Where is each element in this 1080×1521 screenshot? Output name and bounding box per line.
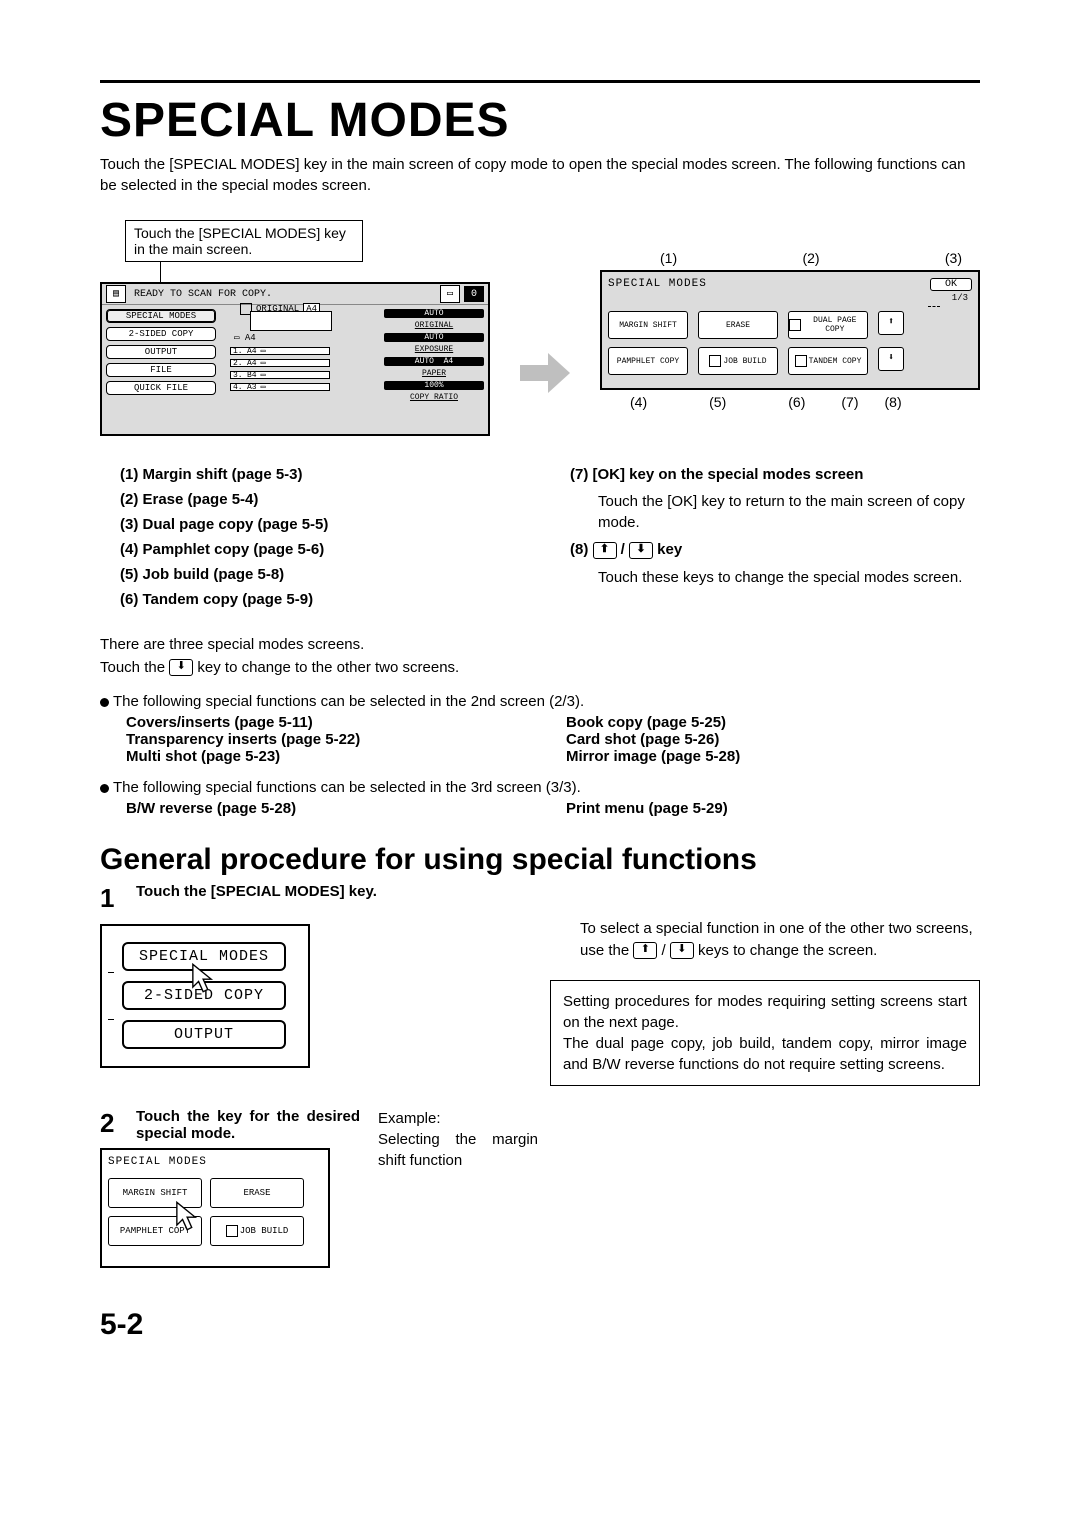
special-modes-diagram: (1) (2) (3) SPECIAL MODES OK 1/3 MARGIN … <box>600 250 980 410</box>
paper-sublabel: PAPER <box>384 369 484 378</box>
screen3-block: The following special functions can be s… <box>100 779 980 817</box>
original-sublabel: ORIGINAL <box>384 321 484 330</box>
callout-stem <box>160 262 161 282</box>
output-button-2[interactable]: OUTPUT <box>122 1020 286 1049</box>
step2-title: SPECIAL MODES <box>108 1156 322 1168</box>
quick-file-button[interactable]: QUICK FILE <box>106 381 216 395</box>
three-screens-text: There are three special modes screens. T… <box>100 634 980 679</box>
main-screen-diagram: Touch the [SPECIAL MODES] key in the mai… <box>100 220 490 436</box>
step-2-text: Touch the key for the desired special mo… <box>136 1108 360 1142</box>
erase-button[interactable]: ERASE <box>698 311 778 339</box>
step1-panel: SPECIAL MODES 2-SIDED COPY OUTPUT <box>100 924 310 1068</box>
two-sided-copy-button[interactable]: 2-SIDED COPY <box>106 327 216 341</box>
down-key-icon-2: ⬇ <box>169 659 193 676</box>
pamphlet-copy-button[interactable]: PAMPHLET COPY <box>608 347 688 375</box>
toc-4: (4) Pamphlet copy (page 5-6) <box>120 541 530 558</box>
job-build-button[interactable]: JOB BUILD <box>698 347 778 375</box>
label-7: (7) <box>841 394 858 410</box>
auto-original-pill[interactable]: AUTO <box>384 309 484 318</box>
intro-text: Touch the [SPECIAL MODES] key in the mai… <box>100 154 980 196</box>
note-box: Setting procedures for modes requiring s… <box>550 980 980 1086</box>
toc-2: (2) Erase (page 5-4) <box>120 491 530 508</box>
bullet-icon <box>100 784 109 793</box>
scan-message: READY TO SCAN FOR COPY. <box>130 289 436 300</box>
step2-panel: SPECIAL MODES MARGIN SHIFT ERASE PAMPHLE… <box>100 1148 330 1268</box>
toc-8-head: (8) ⬆ / ⬇ key <box>570 541 980 559</box>
procedure-heading: General procedure for using special func… <box>100 843 980 877</box>
sp-title: SPECIAL MODES <box>608 278 707 290</box>
step-2-number: 2 <box>100 1108 124 1142</box>
copy-mode-icon: ▤ <box>106 285 126 303</box>
down-key-icon: ⬇ <box>629 542 653 559</box>
toc-7-head: (7) [OK] key on the special modes screen <box>570 466 980 483</box>
up-key-icon: ⬆ <box>593 542 617 559</box>
special-modes-button[interactable]: SPECIAL MODES <box>106 309 216 323</box>
label-1: (1) <box>660 250 677 266</box>
toc-3: (3) Dual page copy (page 5-5) <box>120 516 530 533</box>
erase-button-2[interactable]: ERASE <box>210 1178 304 1208</box>
auto-exposure-pill[interactable]: AUTO <box>384 333 484 342</box>
margin-shift-button-2[interactable]: MARGIN SHIFT <box>108 1178 202 1208</box>
top-rule <box>100 80 980 83</box>
output-button[interactable]: OUTPUT <box>106 345 216 359</box>
label-4: (4) <box>630 394 647 410</box>
up-key-icon-2: ⬆ <box>633 942 657 959</box>
page-number: 5-2 <box>100 1308 980 1342</box>
ok-button[interactable]: OK <box>930 278 972 291</box>
auto-paper-pill[interactable]: AUTO A4 <box>384 357 484 366</box>
page-title: SPECIAL MODES <box>100 93 980 148</box>
step2-example: Example: Selecting the margin shift func… <box>378 1108 538 1171</box>
label-5: (5) <box>709 394 726 410</box>
label-3: (3) <box>945 250 962 266</box>
step-1-text: Touch the [SPECIAL MODES] key. <box>136 883 980 914</box>
bullet-icon <box>100 698 109 707</box>
tandem-icon <box>795 355 807 367</box>
dual-page-icon <box>789 319 801 331</box>
copy-count: 0 <box>464 286 484 302</box>
feature-list: (1) Margin shift (page 5-3) (2) Erase (p… <box>120 466 980 616</box>
scroll-down-button[interactable]: ⬇ <box>878 347 904 371</box>
pamphlet-copy-button-2[interactable]: PAMPHLET COPY <box>108 1216 202 1246</box>
toc-1: (1) Margin shift (page 5-3) <box>120 466 530 483</box>
tray-graphic: ▭ A4 1.A4▭ 2.A4▭ 3.B4▭ 4.A3▭ <box>230 311 350 391</box>
down-key-icon-3: ⬇ <box>670 942 694 959</box>
arrow-icon <box>520 353 570 393</box>
label-2: (2) <box>802 250 819 266</box>
toc-5: (5) Job build (page 5-8) <box>120 566 530 583</box>
job-build-icon-2 <box>226 1225 238 1237</box>
dual-page-button[interactable]: DUAL PAGE COPY <box>788 311 868 339</box>
tandem-copy-button[interactable]: TANDEM COPY <box>788 347 868 375</box>
scroll-up-button[interactable]: ⬆ <box>878 311 904 335</box>
toc-7-desc: Touch the [OK] key to return to the main… <box>598 491 980 533</box>
dashed-connector <box>928 306 940 307</box>
step-1-number: 1 <box>100 883 124 914</box>
special-modes-panel: SPECIAL MODES OK 1/3 MARGIN SHIFT ERASE … <box>600 270 980 390</box>
exposure-sublabel: EXPOSURE <box>384 345 484 354</box>
step1-right-text: To select a special function in one of t… <box>580 918 980 962</box>
margin-shift-button[interactable]: MARGIN SHIFT <box>608 311 688 339</box>
toc-8-desc: Touch these keys to change the special m… <box>598 567 980 588</box>
sp-page-indicator: 1/3 <box>930 293 968 303</box>
two-sided-copy-button-2[interactable]: 2-SIDED COPY <box>122 981 286 1010</box>
screen2-block: The following special functions can be s… <box>100 693 980 765</box>
ratio-pill[interactable]: 100% <box>384 381 484 390</box>
job-build-icon <box>709 355 721 367</box>
file-button[interactable]: FILE <box>106 363 216 377</box>
tray-size-label: A4 <box>245 333 256 343</box>
label-6: (6) <box>788 394 805 410</box>
lcd-screen: ▤ READY TO SCAN FOR COPY. ▭ 0 SPECIAL MO… <box>100 282 490 436</box>
label-8: (8) <box>885 394 902 410</box>
special-modes-button-2[interactable]: SPECIAL MODES <box>122 942 286 971</box>
callout: Touch the [SPECIAL MODES] key in the mai… <box>125 220 363 262</box>
ratio-sublabel: COPY RATIO <box>384 393 484 402</box>
printer-icon: ▭ <box>440 285 460 303</box>
job-build-button-2[interactable]: JOB BUILD <box>210 1216 304 1246</box>
toc-6: (6) Tandem copy (page 5-9) <box>120 591 530 608</box>
